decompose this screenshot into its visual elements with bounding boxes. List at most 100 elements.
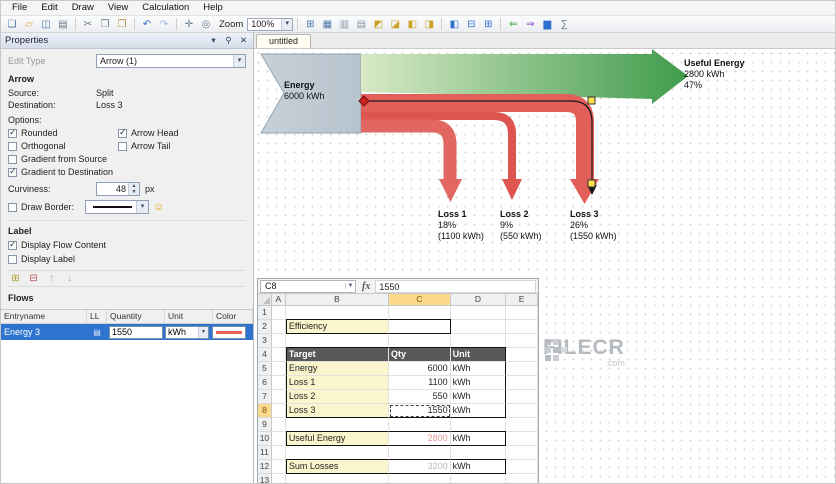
gradient-to-destination-checkbox[interactable]: Gradient to Destination (8, 166, 246, 177)
sheet-cell-B10[interactable]: Useful Energy (285, 431, 390, 446)
smiley-icon[interactable]: ☺ (153, 201, 164, 213)
copy-icon[interactable]: ❐ (97, 17, 113, 31)
col-ll[interactable]: LL (87, 310, 107, 323)
checkbox-unchecked[interactable] (8, 254, 17, 264)
rulers-icon[interactable]: ▤ (353, 17, 369, 31)
sheet-row-header-7[interactable]: 7 (258, 390, 272, 404)
sheet-cell-E9[interactable] (506, 418, 538, 432)
sheet-cell-D1[interactable] (450, 306, 507, 320)
menu-draw[interactable]: Draw (65, 1, 101, 15)
sheet-cell-C11[interactable] (389, 446, 451, 460)
sheet-cell-B7[interactable]: Loss 2 (285, 390, 390, 404)
pin-icon[interactable]: ⚲ (223, 35, 234, 46)
open-folder-icon[interactable]: ▱ (21, 17, 37, 31)
checkbox-unchecked[interactable] (8, 141, 17, 151)
flow-direction-right-icon[interactable]: ⇒ (522, 17, 538, 31)
sheet-row-header-13[interactable]: 13 (258, 474, 272, 483)
loss-1-flow[interactable] (361, 119, 457, 180)
menu-calculation[interactable]: Calculation (135, 1, 196, 15)
sheet-cell-A4[interactable] (271, 348, 286, 362)
display-flow-content-checkbox[interactable]: Display Flow Content (8, 239, 246, 250)
sheet-col-header-E[interactable]: E (506, 294, 538, 306)
sheet-cell-E12[interactable] (506, 460, 538, 474)
sheet-cell-C12[interactable]: 3200 (389, 459, 451, 474)
sheet-cell-B13[interactable] (285, 474, 390, 483)
sheet-cell-E1[interactable] (506, 306, 538, 320)
properties-panel-titlebar[interactable]: Properties ▾ ⚲ ✕ (1, 33, 253, 49)
col-color[interactable]: Color (213, 310, 253, 323)
sheet-cell-B8[interactable]: Loss 3 (285, 404, 390, 418)
sheet-cell-C9[interactable] (389, 418, 451, 432)
sheet-cell-D9[interactable] (450, 418, 507, 432)
zoom-select[interactable]: 100% ▾ (247, 17, 294, 31)
energy-source-shape[interactable] (260, 53, 362, 134)
sheet-cell-D7[interactable]: kWh (450, 390, 507, 404)
loss-1-arrowhead[interactable] (439, 179, 462, 202)
chevron-down-icon[interactable]: ▾ (208, 35, 219, 46)
sheet-cell-D13[interactable] (450, 474, 507, 483)
sheet-cell-B4[interactable]: Target (285, 347, 390, 362)
flow-row-selected[interactable]: Energy 3 ▤ 1550 kWh ▾ (1, 324, 253, 340)
sheet-cell-B3[interactable] (285, 334, 390, 348)
layout-panel-left-icon[interactable]: ◧ (446, 17, 462, 31)
cut-icon[interactable]: ✂ (80, 17, 96, 31)
arrow-tail-checkbox[interactable]: Arrow Tail (118, 141, 246, 151)
sheet-cell-C13[interactable] (389, 474, 451, 483)
save-icon[interactable]: ◫ (38, 17, 54, 31)
menu-view[interactable]: View (101, 1, 135, 15)
sheet-row-header-12[interactable]: 12 (258, 460, 272, 474)
sheet-cell-E3[interactable] (506, 334, 538, 348)
sheet-cell-D11[interactable] (450, 446, 507, 460)
zoom-tool-icon[interactable]: ◎ (198, 17, 214, 31)
sheet-cell-C6[interactable]: 1100 (389, 376, 451, 390)
orthogonal-checkbox[interactable]: Orthogonal (8, 141, 118, 151)
add-flow-icon[interactable]: ⊞ (9, 273, 22, 284)
sheet-cell-C1[interactable] (389, 306, 451, 320)
sheet-cell-C8[interactable]: 1550 (389, 404, 451, 418)
col-quantity[interactable]: Quantity (107, 310, 165, 323)
cell-name-box[interactable]: C8 ▼ (260, 279, 356, 293)
sheet-cell-A8[interactable] (271, 404, 286, 418)
flow-quantity-input[interactable]: 1550 (109, 325, 163, 339)
sheet-cell-A3[interactable] (271, 334, 286, 348)
sheet-cell-B2[interactable]: Efficiency (285, 319, 390, 334)
send-backward-icon[interactable]: ◨ (421, 17, 437, 31)
sheet-cell-E8[interactable] (506, 404, 538, 418)
sheet-cell-B11[interactable] (285, 446, 390, 460)
send-to-back-icon[interactable]: ◪ (387, 17, 403, 31)
menu-help[interactable]: Help (196, 1, 230, 15)
sheet-cell-A9[interactable] (271, 418, 286, 432)
formula-input[interactable]: 1550 (375, 279, 536, 293)
bring-to-front-icon[interactable]: ◩ (370, 17, 386, 31)
move-up-icon[interactable]: ↑ (45, 273, 58, 284)
sheet-cell-A11[interactable] (271, 446, 286, 460)
sheet-cell-B9[interactable] (285, 418, 390, 432)
move-down-icon[interactable]: ↓ (63, 273, 76, 284)
sheet-row-header-5[interactable]: 5 (258, 362, 272, 376)
col-entryname[interactable]: Entryname (1, 310, 87, 323)
sheet-cell-E2[interactable] (506, 320, 538, 334)
gradient-from-source-checkbox[interactable]: Gradient from Source (8, 154, 246, 164)
sheet-row-header-10[interactable]: 10 (258, 432, 272, 446)
rounded-checkbox[interactable]: Rounded (8, 127, 118, 138)
sheet-row-header-1[interactable]: 1 (258, 306, 272, 320)
sheet-row-header-3[interactable]: 3 (258, 334, 272, 348)
sheet-cell-D2[interactable] (450, 320, 507, 334)
checkbox-checked[interactable] (8, 239, 17, 250)
display-label-checkbox[interactable]: Display Label (8, 254, 246, 264)
sheet-row-header-2[interactable]: 2 (258, 320, 272, 334)
sheet-cell-A10[interactable] (271, 432, 286, 446)
flow-direction-left-icon[interactable]: ⇐ (505, 17, 521, 31)
sheet-cell-A13[interactable] (271, 474, 286, 483)
flows-empty-area[interactable] (1, 340, 253, 483)
sheet-cell-E7[interactable] (506, 390, 538, 404)
spin-down-icon[interactable]: ▼ (129, 189, 139, 195)
guides-icon[interactable]: ▥ (336, 17, 352, 31)
new-document-icon[interactable]: ❏ (4, 17, 20, 31)
sheet-cell-C5[interactable]: 6000 (389, 362, 451, 376)
sheet-cell-B12[interactable]: Sum Losses (285, 459, 390, 474)
sheet-cell-E5[interactable] (506, 362, 538, 376)
arrow-head-checkbox[interactable]: Arrow Head (118, 127, 246, 138)
layout-panel-bottom-icon[interactable]: ⊟ (463, 17, 479, 31)
checkbox-checked[interactable] (8, 166, 17, 177)
